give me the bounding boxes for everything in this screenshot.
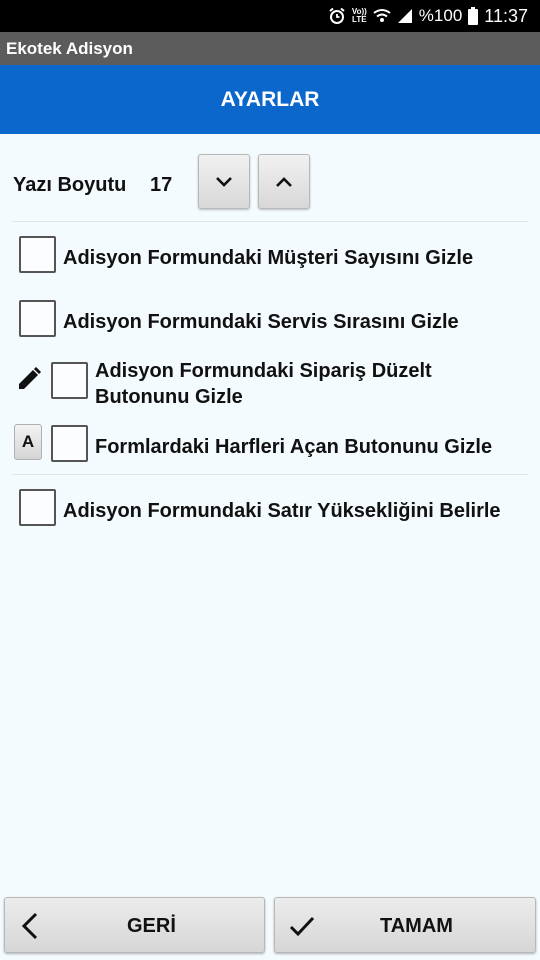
font-size-label: Yazı Boyutu [13, 174, 127, 196]
signal-icon [397, 9, 412, 23]
ok-button-label: TAMAM [380, 915, 453, 937]
checkbox[interactable] [19, 300, 56, 337]
option-label: Formlardaki Harfleri Açan Butonunu Gizle [95, 436, 493, 458]
page-title: AYARLAR [0, 65, 540, 134]
ok-button[interactable]: TAMAM [274, 897, 536, 953]
option-label: Adisyon Formundaki Satır Yüksekliğini Be… [63, 500, 501, 522]
option-label-line1: Adisyon Formundaki Sipariş Düzelt [95, 360, 432, 382]
status-icons: Vo)) LTE %100 11:37 [328, 0, 528, 32]
chevron-up-icon [276, 176, 292, 187]
app-title: Ekotek Adisyon [0, 32, 540, 65]
font-size-value: 17 [150, 174, 173, 196]
clock: 11:37 [484, 5, 528, 26]
battery-icon [468, 7, 479, 25]
status-bar: Vo)) LTE %100 11:37 [0, 0, 540, 32]
back-button[interactable]: GERİ [4, 897, 265, 953]
font-size-decrease-button[interactable] [198, 154, 250, 209]
battery-percent: %100 [418, 6, 463, 25]
wifi-icon [373, 9, 391, 22]
option-label: Adisyon Formundaki Servis Sırasını Gizle [63, 311, 459, 333]
font-size-increase-button[interactable] [258, 154, 310, 209]
letters-button[interactable]: A [14, 424, 42, 460]
checkbox[interactable] [51, 425, 88, 462]
checkmark-icon [289, 916, 315, 937]
alarm-icon [329, 7, 345, 24]
divider [12, 474, 528, 475]
chevron-left-icon [21, 912, 38, 940]
back-button-label: GERİ [127, 915, 176, 937]
font-size-row: Yazı Boyutu 17 [0, 150, 540, 216]
option-label-line2: Butonunu Gizle [95, 386, 243, 408]
option-label: Adisyon Formundaki Müşteri Sayısını Gizl… [63, 247, 474, 269]
divider [12, 221, 528, 222]
checkbox[interactable] [51, 362, 88, 399]
chevron-down-icon [216, 176, 232, 187]
pencil-icon [19, 366, 42, 389]
checkbox[interactable] [19, 236, 56, 273]
checkbox[interactable] [19, 489, 56, 526]
volte-icon: Vo)) LTE [351, 7, 367, 24]
